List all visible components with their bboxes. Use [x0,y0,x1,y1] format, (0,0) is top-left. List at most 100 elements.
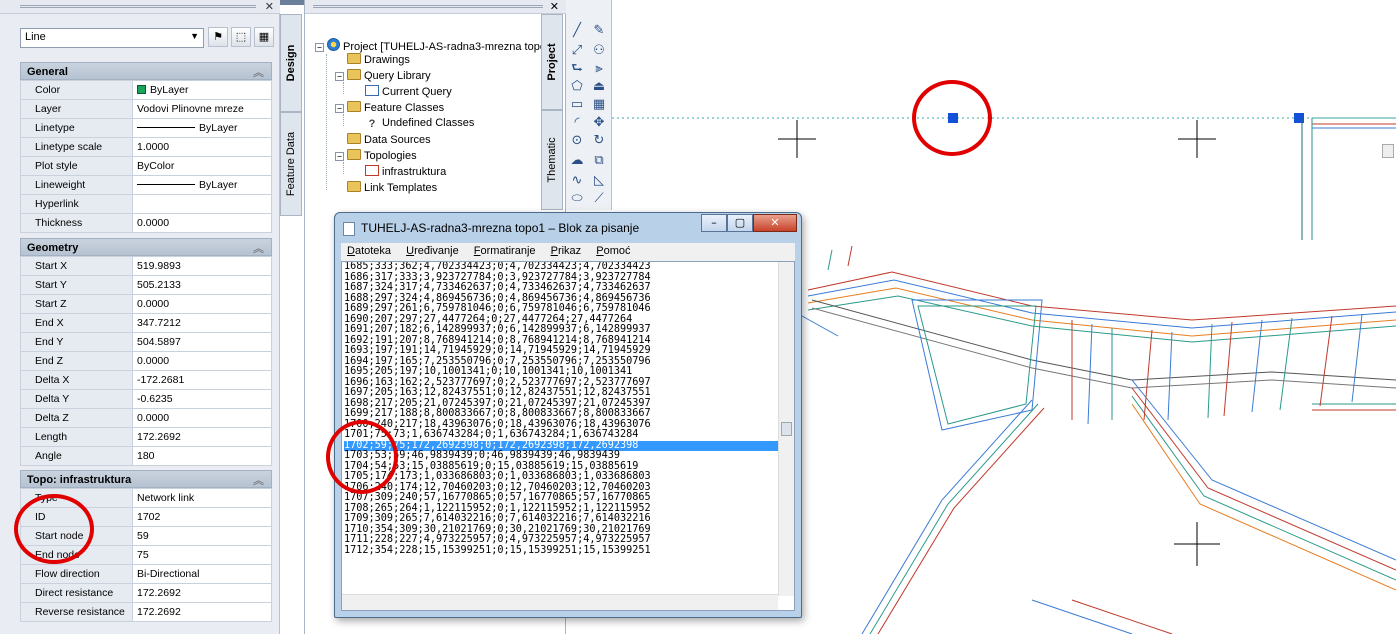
prop-value[interactable] [132,194,272,214]
tree-item-project[interactable]: − Project [TUHELJ-AS-radna3-mrezna topo] [315,38,549,53]
prop-row-end-z[interactable]: End Z 0.0000 [20,351,272,371]
collapse-icon[interactable]: ︽ [253,64,264,80]
rotate-icon[interactable]: ↻ [590,132,608,150]
construction-line-icon[interactable]: ⤢ [568,42,586,60]
prop-value[interactable]: -172.2681 [132,370,272,390]
prop-value[interactable]: 75 [132,545,272,565]
offset-icon[interactable]: ⏏ [590,78,608,96]
explorer-titlebar[interactable]: ✕ [305,0,567,14]
collapse-icon[interactable]: − [335,72,344,81]
horizontal-scrollbar[interactable] [342,594,778,610]
prop-value[interactable]: 347.7212 [132,313,272,333]
tree-item-undefined-classes[interactable]: ? Undefined Classes [365,117,475,130]
prop-value[interactable]: 180 [132,446,272,466]
tree-item-feature-classes[interactable]: − Feature Classes [335,101,444,114]
prop-value[interactable]: 505.2133 [132,275,272,295]
tree-item-infrastruktura[interactable]: infrastruktura [365,165,446,178]
text-line[interactable]: 1699;217;188;8,800833667;0;8,800833667;8… [344,408,780,420]
collapse-icon[interactable]: − [315,43,324,52]
prop-row-end-y[interactable]: End Y 504.5897 [20,332,272,352]
ellipse-icon[interactable]: ⬭ [568,190,586,208]
notepad-text-area[interactable]: 1685;333;362;4,702334423;0;4,702334423;4… [341,261,795,611]
tree-item-drawings[interactable]: Drawings [347,53,410,66]
canvas-scroll-thumb[interactable] [1382,144,1394,158]
text-line[interactable]: 1701;75;73;1,636743284;0;1,636743284;1,6… [344,429,780,441]
text-line[interactable]: 1709;309;265;7,614032216;0;7,614032216;7… [344,513,780,525]
prop-row-end-x[interactable]: End X 347.7212 [20,313,272,333]
prop-row-delta-z[interactable]: Delta Z 0.0000 [20,408,272,428]
close-icon[interactable]: ✕ [550,0,559,13]
erase-icon[interactable]: ✎ [590,22,608,40]
prop-row-layer[interactable]: Layer Vodovi Plinovne mreze [20,99,272,119]
text-line[interactable]: 1707;309;240;57,16770865;0;57,16770865;5… [344,492,780,504]
prop-row-start-x[interactable]: Start X 519.9893 [20,256,272,276]
prop-value[interactable]: 1.0000 [132,137,272,157]
collapse-icon[interactable]: ︽ [253,472,264,488]
prop-row-start-z[interactable]: Start Z 0.0000 [20,294,272,314]
prop-value[interactable]: 0.0000 [132,294,272,314]
section-topology-header[interactable]: Topo: infrastruktura ︽ [20,470,272,488]
text-line[interactable]: 1711;228;227;4,973225957;0;4,973225957;4… [344,534,780,546]
tree-item-current-query[interactable]: Current Query [365,85,452,98]
polyline-icon[interactable]: ⮑ [568,60,586,78]
maximize-button[interactable]: ▢ [727,214,753,232]
tree-item-link-templates[interactable]: Link Templates [347,181,437,194]
prop-value[interactable]: 0.0000 [132,213,272,233]
prop-value[interactable]: 504.5897 [132,332,272,352]
prop-row-lineweight[interactable]: Lineweight ByLayer [20,175,272,195]
section-geometry-header[interactable]: Geometry ︽ [20,238,272,256]
text-line[interactable]: 1697;205;163;12,82437551;0;12,82437551;1… [344,387,780,399]
prop-value[interactable]: 1702 [132,507,272,527]
prop-row-linetype-scale[interactable]: Linetype scale 1.0000 [20,137,272,157]
menu-pomoc[interactable]: Pomoć [596,245,630,257]
prop-value[interactable]: 0.0000 [132,351,272,371]
text-line[interactable]: 1687;324;317;4,733462637;0;4,733462637;4… [344,282,780,294]
text-line[interactable]: 1695;205;197;10,1001341;0;10,1001341;10,… [344,366,780,378]
close-icon[interactable]: ✕ [265,0,274,13]
prop-value[interactable]: Network link [132,488,272,508]
stretch-icon[interactable]: ◺ [590,172,608,190]
prop-value[interactable]: 172.2692 [132,602,272,622]
trim-icon[interactable]: ⟋ [590,190,608,208]
prop-row-flow-direction[interactable]: Flow direction Bi-Directional [20,564,272,584]
copy-icon[interactable]: ⚇ [590,42,608,60]
explorer-grip[interactable] [313,5,543,8]
object-type-select[interactable]: Line ▼ [20,28,204,48]
prop-value[interactable]: ByLayer [132,118,272,138]
prop-value[interactable]: Vodovi Plinovne mreze [132,99,272,119]
prop-value[interactable]: 172.2692 [132,583,272,603]
spline-icon[interactable]: ∿ [568,172,586,190]
text-line[interactable]: 1689;297;261;6,759781046;0;6,759781046;6… [344,303,780,315]
menu-datoteka[interactable]: Datoteka [347,245,391,257]
array-icon[interactable]: ▦ [590,96,608,114]
line-tool-icon[interactable]: ╱ [568,22,586,40]
prop-row-reverse-resistance[interactable]: Reverse resistance 172.2692 [20,602,272,622]
section-general-header[interactable]: General ︽ [20,62,272,80]
palette-grip[interactable] [20,5,256,8]
prop-row-plot-style[interactable]: Plot style ByColor [20,156,272,176]
prop-row-color[interactable]: Color ByLayer [20,80,272,100]
select-objects-icon[interactable]: ⬚ [231,27,251,47]
prop-value[interactable]: ByLayer [132,175,272,195]
scroll-thumb[interactable] [781,422,792,436]
tree-item-query-library[interactable]: − Query Library [335,69,431,82]
prop-row-direct-resistance[interactable]: Direct resistance 172.2692 [20,583,272,603]
prop-value[interactable]: 59 [132,526,272,546]
prop-row-linetype[interactable]: Linetype ByLayer [20,118,272,138]
rectangle-icon[interactable]: ▭ [568,96,586,114]
arc-icon[interactable]: ◜ [568,114,586,132]
menu-prikaz[interactable]: Prikaz [551,245,582,257]
chevron-down-icon[interactable]: ▼ [190,31,199,41]
text-line[interactable]: 1703;53;59;46,9839439;0;46,9839439;46,98… [344,450,780,462]
collapse-icon[interactable]: ︽ [253,240,264,256]
text-line[interactable]: 1705;174;173;1,033686803;0;1,033686803;1… [344,471,780,483]
prop-value[interactable]: ByLayer [132,80,272,100]
prop-row-start-y[interactable]: Start Y 505.2133 [20,275,272,295]
prop-value[interactable]: ByColor [132,156,272,176]
text-line[interactable]: 1685;333;362;4,702334423;0;4,702334423;4… [344,262,780,273]
prop-row-hyperlink[interactable]: Hyperlink [20,194,272,214]
text-line[interactable]: 1691;207;182;6,142899937;0;6,142899937;6… [344,324,780,336]
scale-icon[interactable]: ⧉ [590,152,608,170]
toggle-pickadd-icon[interactable]: ⚑ [208,27,228,47]
mirror-icon[interactable]: ⫸ [590,60,608,78]
